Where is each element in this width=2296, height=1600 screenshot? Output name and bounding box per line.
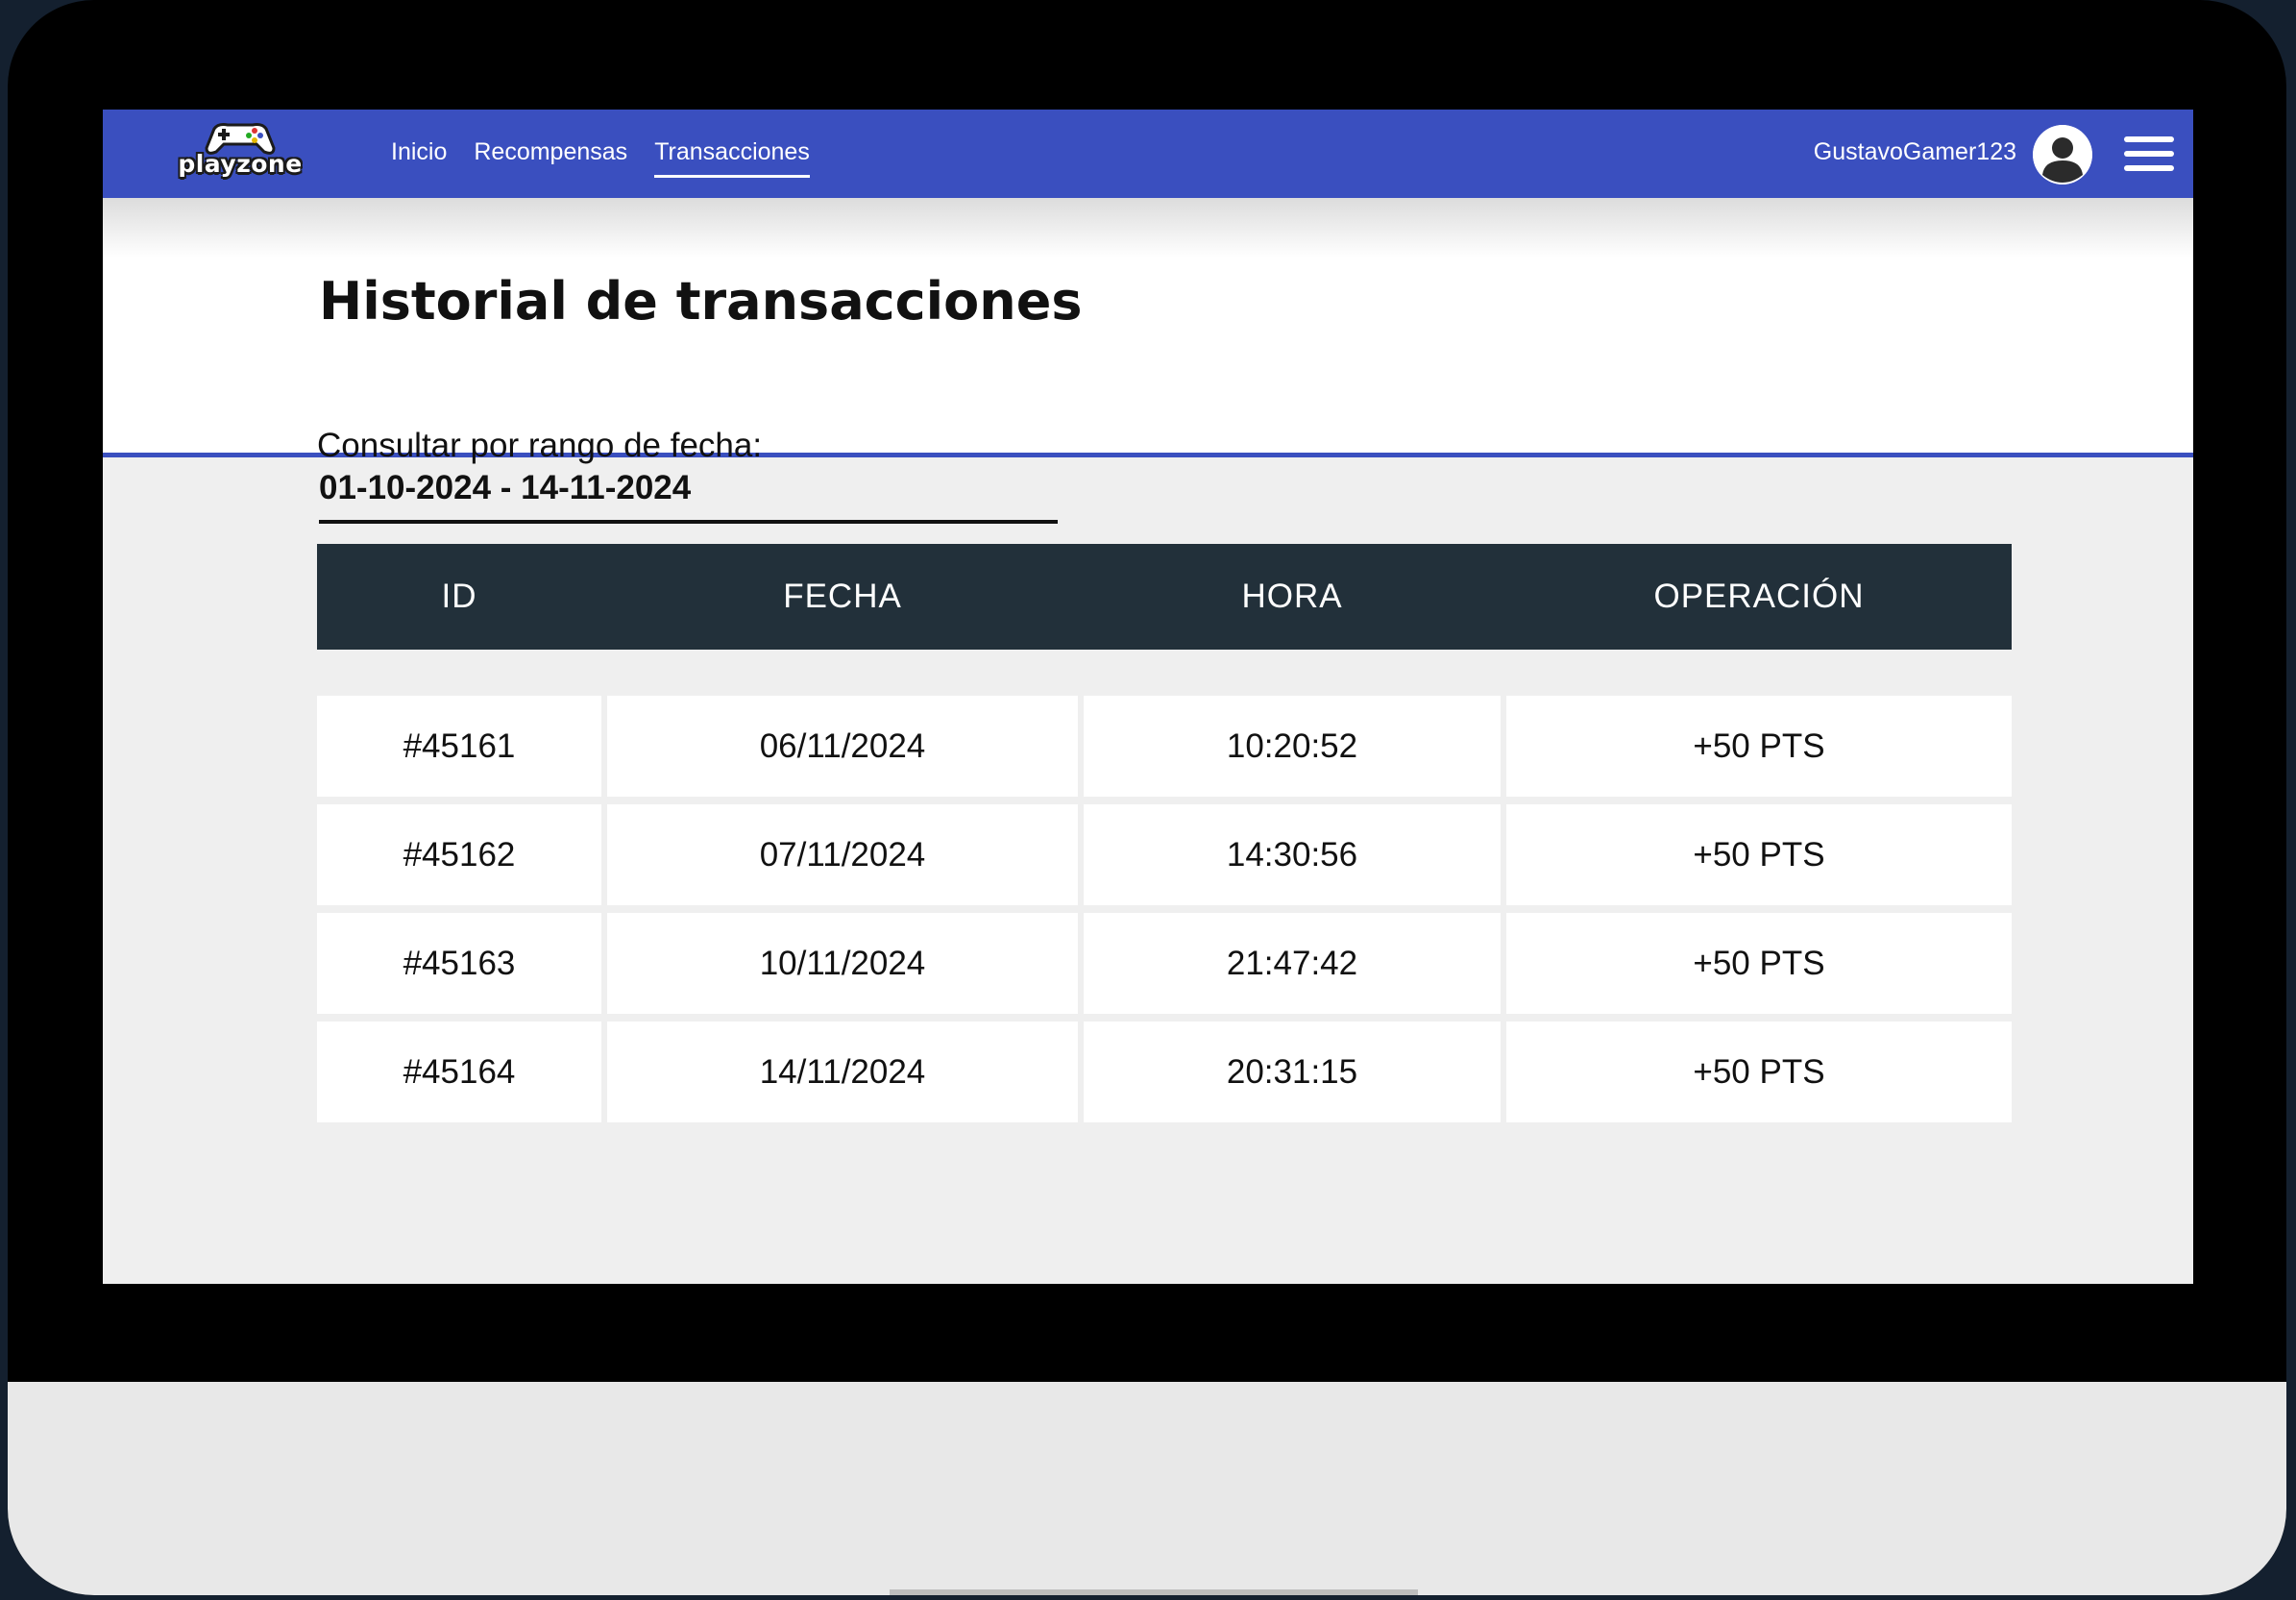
cell-operacion: +50 PTS: [1506, 913, 2012, 1014]
cell-hora: 21:47:42: [1084, 913, 1501, 1014]
cell-hora: 20:31:15: [1084, 1022, 1501, 1122]
title-band: Historial de transacciones: [103, 198, 2193, 457]
cell-operacion: +50 PTS: [1506, 804, 2012, 905]
nav-links: Inicio Recompensas Transacciones: [391, 138, 810, 178]
cell-id: #45162: [317, 804, 601, 905]
date-range-label: Consultar por rango de fecha:: [317, 427, 763, 464]
page-title: Historial de transacciones: [319, 271, 1083, 332]
nav-link-recompensas[interactable]: Recompensas: [474, 138, 627, 166]
cell-fecha: 14/11/2024: [607, 1022, 1078, 1122]
column-header-fecha: FECHA: [783, 578, 902, 615]
cell-id: #45164: [317, 1022, 601, 1122]
column-header-operacion: OPERACIÓN: [1653, 578, 1865, 615]
nav-link-inicio[interactable]: Inicio: [391, 138, 447, 166]
column-header-id: ID: [441, 578, 477, 615]
username[interactable]: GustavoGamer123: [1814, 138, 2016, 166]
table-row: #45164 14/11/2024 20:31:15 +50 PTS: [317, 1022, 2012, 1122]
navbar: playzone Inicio Recompensas Transaccione…: [103, 110, 2193, 198]
cell-id: #45161: [317, 696, 601, 797]
table-row: #45162 07/11/2024 14:30:56 +50 PTS: [317, 804, 2012, 905]
cell-fecha: 06/11/2024: [607, 696, 1078, 797]
monitor-chin: [8, 1382, 2286, 1595]
cell-fecha: 07/11/2024: [607, 804, 1078, 905]
app-screen: playzone Inicio Recompensas Transaccione…: [103, 110, 2193, 1284]
user-avatar-icon[interactable]: [2033, 125, 2092, 185]
cell-fecha: 10/11/2024: [607, 913, 1078, 1014]
table-row: #45163 10/11/2024 21:47:42 +50 PTS: [317, 913, 2012, 1014]
cell-hora: 10:20:52: [1084, 696, 1501, 797]
monitor-frame: playzone Inicio Recompensas Transaccione…: [8, 0, 2286, 1595]
cell-id: #45163: [317, 913, 601, 1014]
cell-operacion: +50 PTS: [1506, 1022, 2012, 1122]
playzone-logo[interactable]: playzone: [168, 121, 312, 185]
nav-link-transacciones[interactable]: Transacciones: [654, 138, 810, 178]
hamburger-menu-icon[interactable]: [2124, 136, 2174, 171]
column-header-hora: HORA: [1241, 578, 1343, 615]
monitor-stand: [890, 1589, 1418, 1595]
cell-hora: 14:30:56: [1084, 804, 1501, 905]
table-body: #45161 06/11/2024 10:20:52 +50 PTS #4516…: [317, 696, 2012, 1130]
cell-operacion: +50 PTS: [1506, 696, 2012, 797]
logo-text: playzone: [178, 150, 303, 178]
date-range-input[interactable]: 01-10-2024 - 14-11-2024: [319, 469, 691, 507]
table-row: #45161 06/11/2024 10:20:52 +50 PTS: [317, 696, 2012, 797]
table-header: ID FECHA HORA OPERACIÓN: [317, 544, 2012, 650]
date-range-underline: [319, 520, 1058, 524]
